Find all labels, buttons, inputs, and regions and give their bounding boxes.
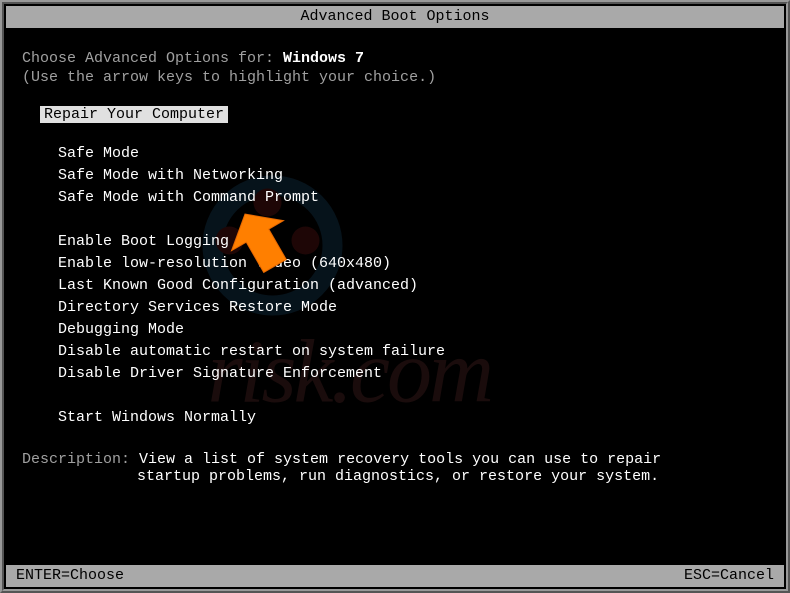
option-enable-boot-logging[interactable]: Enable Boot Logging xyxy=(58,231,768,253)
option-safe-mode[interactable]: Safe Mode xyxy=(58,143,768,165)
description-block: Description: View a list of system recov… xyxy=(22,451,768,485)
instruction-hint: (Use the arrow keys to highlight your ch… xyxy=(22,69,768,86)
footer-esc-hint: ESC=Cancel xyxy=(684,565,774,587)
description-label: Description: xyxy=(22,451,139,468)
option-repair-your-computer-selected[interactable]: Repair Your Computer xyxy=(40,106,228,123)
option-start-windows-normally[interactable]: Start Windows Normally xyxy=(58,407,768,429)
footer-enter-hint: ENTER=Choose xyxy=(16,565,124,587)
option-disable-auto-restart[interactable]: Disable automatic restart on system fail… xyxy=(58,341,768,363)
boot-options-list: Safe Mode Safe Mode with Networking Safe… xyxy=(58,143,768,429)
description-text-line2: startup problems, run diagnostics, or re… xyxy=(137,468,768,485)
os-name: Windows 7 xyxy=(283,50,364,67)
option-debugging-mode[interactable]: Debugging Mode xyxy=(58,319,768,341)
page-title: Advanced Boot Options xyxy=(300,8,489,25)
option-directory-services-restore[interactable]: Directory Services Restore Mode xyxy=(58,297,768,319)
instruction-line: Choose Advanced Options for: Windows 7 xyxy=(22,50,768,67)
option-disable-driver-signature[interactable]: Disable Driver Signature Enforcement xyxy=(58,363,768,385)
instruction-prefix: Choose Advanced Options for: xyxy=(22,50,283,67)
footer-bar: ENTER=Choose ESC=Cancel xyxy=(6,565,784,587)
option-safe-mode-command-prompt[interactable]: Safe Mode with Command Prompt xyxy=(58,187,768,209)
option-last-known-good[interactable]: Last Known Good Configuration (advanced) xyxy=(58,275,768,297)
title-bar: Advanced Boot Options xyxy=(6,6,784,28)
option-low-resolution-video[interactable]: Enable low-resolution video (640x480) xyxy=(58,253,768,275)
option-safe-mode-networking[interactable]: Safe Mode with Networking xyxy=(58,165,768,187)
description-text-line1: View a list of system recovery tools you… xyxy=(139,451,661,468)
